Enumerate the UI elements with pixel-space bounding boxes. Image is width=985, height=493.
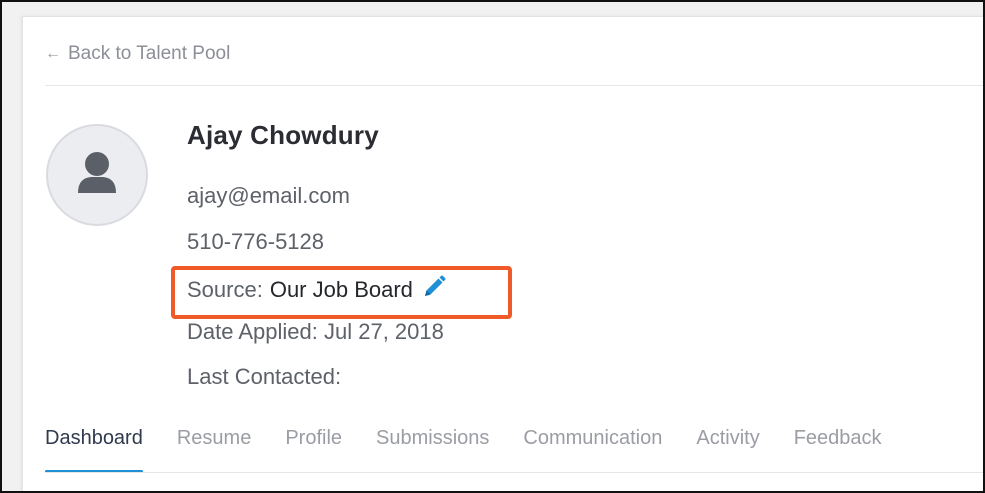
screenshot-frame: ← Back to Talent Pool Ajay Chowdury ajay…	[0, 0, 985, 493]
profile-tabs: Dashboard Resume Profile Submissions Com…	[45, 427, 916, 473]
avatar	[46, 124, 148, 226]
candidate-panel: ← Back to Talent Pool Ajay Chowdury ajay…	[22, 16, 983, 491]
back-link-label: Back to Talent Pool	[68, 43, 231, 64]
back-to-talent-pool-link[interactable]: ← Back to Talent Pool	[45, 43, 230, 65]
arrow-left-icon: ←	[45, 45, 61, 62]
tabs-divider	[45, 472, 983, 473]
last-contacted: Last Contacted:	[187, 364, 342, 389]
tab-dashboard[interactable]: Dashboard	[45, 427, 143, 473]
source-highlight-box	[171, 266, 512, 319]
user-silhouette-icon	[78, 152, 116, 193]
tab-submissions[interactable]: Submissions	[376, 427, 489, 473]
date-applied: Date Applied: Jul 27, 2018	[187, 319, 444, 344]
tab-communication[interactable]: Communication	[523, 427, 662, 473]
candidate-email: ajay@email.com	[187, 183, 350, 208]
tab-profile[interactable]: Profile	[285, 427, 342, 473]
tab-activity[interactable]: Activity	[696, 427, 759, 473]
candidate-phone: 510-776-5128	[187, 229, 325, 254]
tab-resume[interactable]: Resume	[177, 427, 251, 473]
header-divider	[45, 85, 983, 86]
candidate-name: Ajay Chowdury	[187, 120, 379, 150]
tab-feedback[interactable]: Feedback	[794, 427, 882, 473]
